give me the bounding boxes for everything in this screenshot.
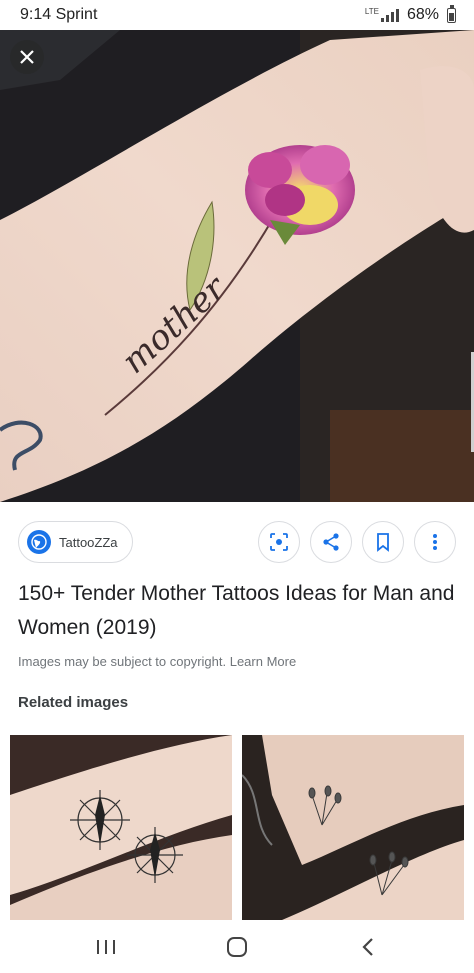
navigation-bar [0,920,474,973]
back-button[interactable] [338,927,398,967]
share-button[interactable] [310,521,352,563]
screen: 9:14 Sprint LTE 68% mother TattooZZa 150… [0,0,474,973]
share-icon [323,533,339,551]
source-row: TattooZZa [18,521,456,563]
status-icons: LTE 68% [364,4,456,24]
more-vert-icon [433,534,437,550]
related-images-heading: Related images [18,694,129,711]
recents-button[interactable] [76,927,136,967]
time-carrier: 9:14 Sprint [20,6,98,23]
home-icon [226,936,247,957]
back-icon [362,937,374,956]
more-options-button[interactable] [414,521,456,563]
status-bar: 9:14 Sprint LTE 68% [0,0,474,30]
close-icon [20,50,34,64]
action-buttons [258,521,456,563]
related-image[interactable] [242,735,464,920]
lens-icon [270,533,288,551]
close-button[interactable] [10,40,44,74]
network-type: LTE [364,6,379,16]
related-image[interactable] [10,735,232,920]
result-title[interactable]: 150+ Tender Mother Tattoos Ideas for Man… [18,577,458,645]
signal-icon [380,8,399,22]
home-button[interactable] [207,927,267,967]
compass-tattoo-thumbnail [10,735,232,920]
source-name: TattooZZa [59,534,118,550]
source-chip[interactable]: TattooZZa [18,521,133,563]
lens-button[interactable] [258,521,300,563]
battery-percent: 68% [406,6,439,23]
related-images [10,735,464,920]
battery-icon [447,4,456,23]
bookmark-icon [377,533,389,552]
floral-tattoo-thumbnail [242,735,464,920]
tattoo-photo: mother [0,30,474,502]
globe-icon [27,530,51,554]
copyright-notice[interactable]: Images may be subject to copyright. Lear… [18,654,296,669]
hero-image[interactable]: mother [0,30,474,502]
recents-icon [96,939,115,954]
save-button[interactable] [362,521,404,563]
